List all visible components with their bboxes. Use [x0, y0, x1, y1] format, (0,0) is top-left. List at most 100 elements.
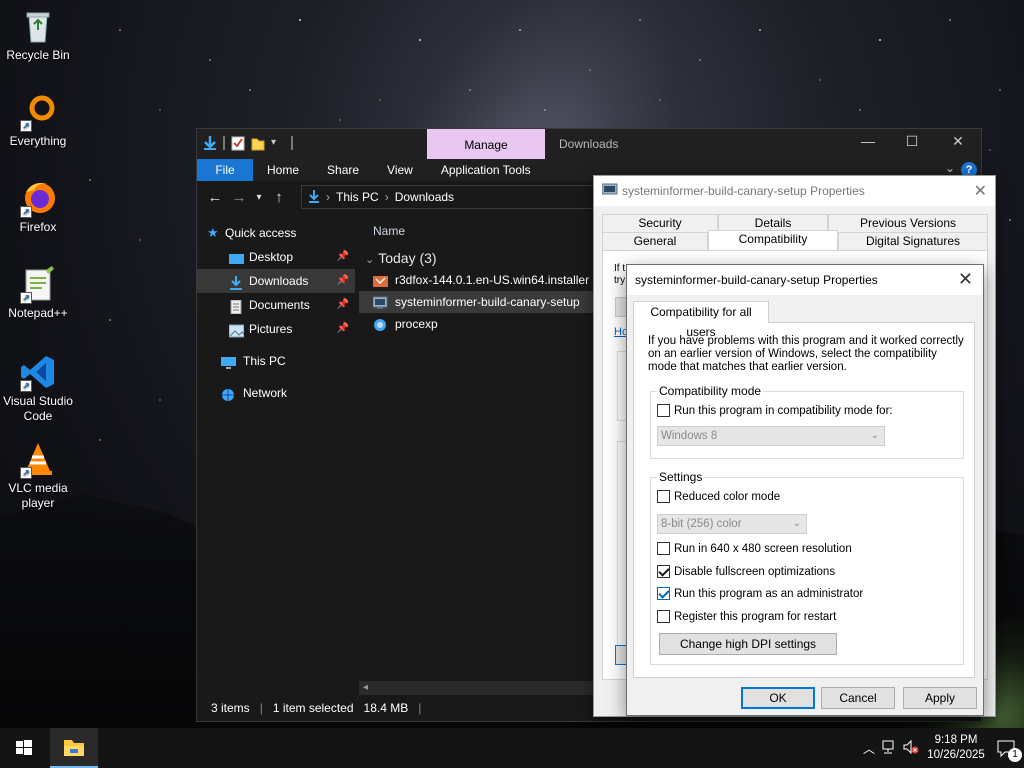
nav-network[interactable]: Network	[197, 381, 355, 405]
vscode-icon: ↗	[20, 354, 56, 392]
tab-application-tools[interactable]: Application Tools	[427, 159, 545, 181]
pin-icon[interactable]: 📌	[337, 245, 349, 269]
breadcrumb-downloads[interactable]: Downloads	[395, 190, 454, 204]
volume-muted-icon[interactable]	[902, 739, 924, 758]
nav-documents[interactable]: Documents 📌	[197, 293, 355, 317]
pictures-icon	[228, 322, 245, 338]
nav-quick-access[interactable]: ★ Quick access	[197, 221, 355, 245]
new-folder-icon[interactable]	[251, 135, 265, 151]
reduced-color-row[interactable]: Reduced color mode	[657, 490, 780, 503]
tab-view[interactable]: View	[373, 159, 427, 181]
breadcrumb-this-pc[interactable]: This PC	[336, 190, 379, 204]
res-640-row[interactable]: Run in 640 x 480 screen resolution	[657, 542, 852, 555]
color-mode-select[interactable]: 8-bit (256) color ⌄	[657, 514, 807, 534]
notification-count-badge: 1	[1008, 748, 1022, 762]
status-selected: 1 item selected	[272, 701, 354, 715]
maximize-icon[interactable]: ☐	[889, 133, 935, 150]
disable-fullscreen-row[interactable]: Disable fullscreen optimizations	[657, 565, 835, 578]
start-button[interactable]	[0, 728, 48, 768]
shortcut-arrow-icon: ↗	[20, 120, 32, 132]
downloads-folder-icon	[308, 189, 320, 206]
tab-general[interactable]: General	[602, 232, 708, 250]
forward-arrow-icon[interactable]: →	[227, 189, 251, 206]
close-icon[interactable]: ✕	[974, 181, 987, 201]
nav-downloads[interactable]: Downloads 📌	[197, 269, 355, 293]
chevron-up-icon[interactable]: ︿	[858, 740, 880, 757]
tab-share[interactable]: Share	[313, 159, 373, 181]
customize-dropdown-icon[interactable]: ▾	[271, 135, 285, 151]
desktop-icon-everything[interactable]: ↗ Everything	[2, 94, 74, 149]
pin-icon[interactable]: 📌	[337, 269, 349, 293]
desktop-icon-recycle-bin[interactable]: Recycle Bin	[2, 8, 74, 63]
action-center-icon[interactable]: 1	[988, 728, 1024, 768]
desktop-icon-vlc[interactable]: ↗ VLC media player	[2, 441, 74, 511]
file-row[interactable]: r3dfox-144.0.1.en-US.win64.installer	[359, 269, 595, 291]
run-admin-row[interactable]: Run this program as an administrator	[657, 587, 863, 600]
status-separator: |	[259, 701, 263, 715]
properties-icon[interactable]	[231, 135, 245, 151]
up-arrow-icon[interactable]: ↑	[267, 189, 291, 206]
scroll-left-icon[interactable]: ◂	[363, 682, 368, 693]
downloads-icon	[229, 274, 244, 290]
status-separator: |	[418, 701, 422, 715]
navigation-pane: ★ Quick access Desktop 📌 Downloads 📌 Doc…	[197, 213, 355, 689]
desktop-icon-firefox[interactable]: ↗ Firefox	[2, 180, 74, 235]
close-icon[interactable]: ✕	[935, 133, 981, 150]
nav-pictures[interactable]: Pictures 📌	[197, 317, 355, 341]
vlc-icon: ↗	[20, 441, 56, 479]
tab-compatibility[interactable]: Compatibility	[708, 230, 838, 250]
run-admin-checkbox[interactable]	[657, 587, 670, 600]
partial-intro-text: If t try	[614, 263, 626, 286]
compat-mode-checkbox-row[interactable]: Run this program in compatibility mode f…	[657, 404, 893, 417]
breadcrumb-separator: ›	[326, 190, 330, 204]
firefox-icon: ↗	[20, 180, 56, 218]
register-restart-row[interactable]: Register this program for restart	[657, 610, 836, 623]
group-header-today[interactable]: ⌄ Today (3)	[359, 243, 595, 269]
tab-compatibility-all-users[interactable]: Compatibility for all users	[633, 301, 769, 339]
file-row[interactable]: procexp	[359, 313, 595, 335]
minimize-icon[interactable]: —	[845, 133, 891, 149]
reduced-color-checkbox[interactable]	[657, 490, 670, 503]
tab-home[interactable]: Home	[253, 159, 313, 181]
clock-time: 9:18 PM	[934, 734, 978, 746]
manage-tab[interactable]: Manage	[427, 129, 545, 159]
breadcrumb-separator: ›	[384, 190, 389, 204]
dialog-title: systeminformer-build-canary-setup Proper…	[635, 273, 878, 287]
close-icon[interactable]: ✕	[958, 269, 973, 290]
compat-mode-select[interactable]: Windows 8 ⌄	[657, 426, 885, 446]
nav-desktop[interactable]: Desktop 📌	[197, 245, 355, 269]
recent-locations-icon[interactable]: ▾	[251, 192, 267, 203]
notepadpp-icon: ↗	[20, 266, 56, 304]
star-icon: ★	[207, 225, 219, 240]
file-list: Name ⌄ Today (3) r3dfox-144.0.1.en-US.win…	[359, 213, 595, 689]
file-explorer-icon	[64, 740, 84, 756]
apply-button[interactable]: Apply	[903, 687, 977, 709]
compatibility-all-users-dialog: systeminformer-build-canary-setup Proper…	[626, 264, 984, 716]
tab-digital-signatures[interactable]: Digital Signatures	[838, 232, 988, 250]
tab-previous-versions[interactable]: Previous Versions	[828, 214, 988, 232]
change-dpi-button[interactable]: Change high DPI settings	[659, 633, 837, 655]
tab-file[interactable]: File	[197, 159, 253, 181]
cancel-button[interactable]: Cancel	[821, 687, 895, 709]
ok-button[interactable]: OK	[741, 687, 815, 709]
register-restart-checkbox[interactable]	[657, 610, 670, 623]
nav-this-pc[interactable]: This PC	[197, 349, 355, 373]
system-tray: ︿ 9:18 PM 10/26/2025 1	[858, 728, 1024, 768]
file-row-selected[interactable]: systeminformer-build-canary-setup	[359, 291, 595, 313]
pin-icon[interactable]: 📌	[337, 293, 349, 317]
desktop-icon-vscode[interactable]: ↗ Visual Studio Code	[2, 354, 74, 424]
desktop-icon-notepadpp[interactable]: ↗ Notepad++	[2, 266, 74, 321]
disable-fullscreen-checkbox[interactable]	[657, 565, 670, 578]
taskbar-file-explorer[interactable]	[50, 728, 98, 768]
address-bar[interactable]: › This PC › Downloads	[301, 185, 601, 209]
network-status-icon[interactable]	[880, 739, 902, 758]
compat-mode-checkbox[interactable]	[657, 404, 670, 417]
tab-security[interactable]: Security	[602, 214, 718, 232]
ribbon-expand-icon[interactable]: ⌄	[945, 161, 955, 175]
pin-icon[interactable]: 📌	[337, 317, 349, 341]
column-header-name[interactable]: Name	[359, 213, 595, 243]
chevron-down-icon: ⌄	[792, 518, 801, 529]
clock[interactable]: 9:18 PM 10/26/2025	[924, 733, 988, 763]
res-640-checkbox[interactable]	[657, 542, 670, 555]
back-arrow-icon[interactable]: ←	[203, 189, 227, 206]
